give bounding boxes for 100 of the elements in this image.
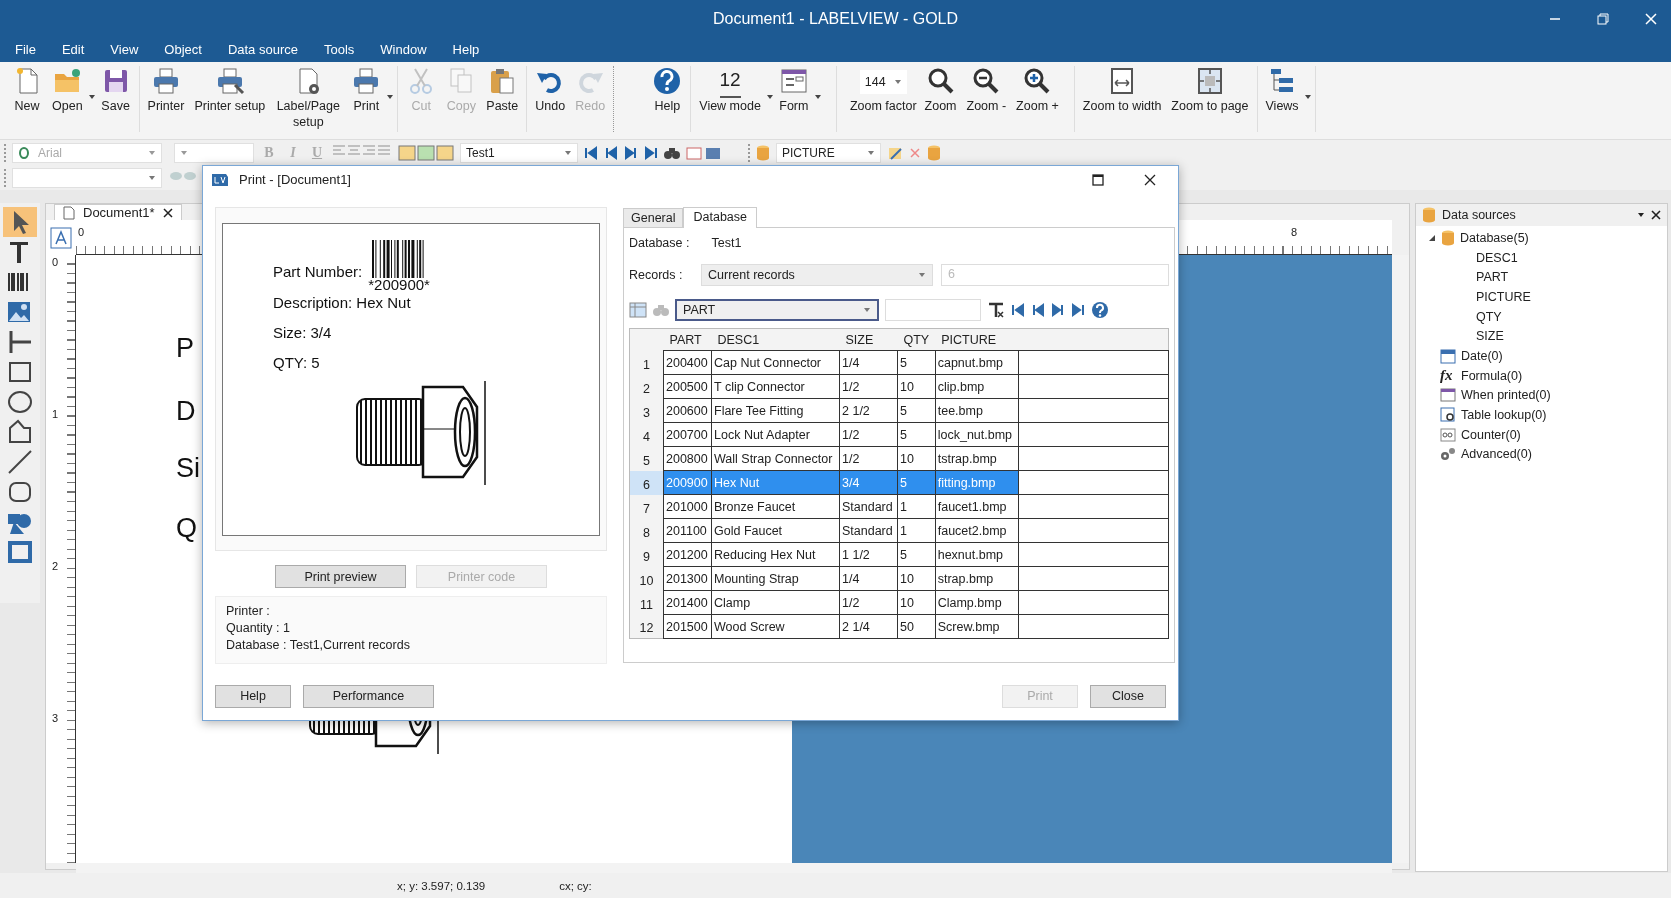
tree-item[interactable]: Date(0) xyxy=(1461,348,1503,363)
table-cell: Gold Faucet xyxy=(711,518,840,543)
form-button[interactable]: Form xyxy=(773,66,814,114)
previous-record-icon[interactable] xyxy=(604,145,618,160)
tree-item[interactable]: Database(5) xyxy=(1460,230,1529,245)
search-field-dropdown[interactable]: PART xyxy=(675,299,879,321)
table-row[interactable]: 2 200500 T clip Connector 1/2 10 clip.bmp xyxy=(629,374,1169,399)
dialog-tab[interactable]: General xyxy=(623,208,684,227)
font-size-field[interactable] xyxy=(174,142,254,163)
tree-item[interactable]: PART xyxy=(1476,270,1509,285)
delete-field-icon[interactable] xyxy=(909,146,921,159)
dropdown-caret-icon[interactable] xyxy=(813,93,822,101)
table-row[interactable]: 7 201000 Bronze Faucet Standard 1 faucet1.bmp xyxy=(629,494,1169,519)
tree-item[interactable]: PICTURE xyxy=(1476,289,1531,304)
menu-item[interactable]: View xyxy=(97,42,152,57)
dropdown-caret-icon[interactable] xyxy=(87,93,96,101)
text-frame-icon[interactable] xyxy=(50,226,72,249)
dialog-button[interactable]: Help xyxy=(215,684,291,708)
zoom-in-button[interactable]: Zoom + xyxy=(1011,66,1064,114)
undo-button[interactable]: Undo xyxy=(530,66,571,114)
dialog-tab[interactable]: Database xyxy=(683,207,757,228)
views-button[interactable]: Views xyxy=(1260,66,1304,114)
zoom-width-button[interactable]: Zoom to width xyxy=(1077,66,1167,114)
dropdown-caret-icon[interactable] xyxy=(765,93,774,101)
tree-item[interactable]: When printed(0) xyxy=(1461,388,1551,403)
tool-button[interactable] xyxy=(3,207,37,237)
table-row[interactable]: 11 201400 Clamp 1/2 10 Clamp.bmp xyxy=(629,590,1169,615)
next-record-icon[interactable] xyxy=(1051,303,1065,317)
tree-item[interactable]: Counter(0) xyxy=(1461,427,1521,442)
next-record-icon[interactable] xyxy=(624,145,638,160)
zoom-factor-field[interactable]: 144 xyxy=(859,70,907,94)
table-cell: clip.bmp xyxy=(935,374,1019,399)
table-row[interactable]: 5 200800 Wall Strap Connector 1/2 10 tstrap.bmp xyxy=(629,446,1169,471)
tree-item[interactable]: SIZE xyxy=(1476,329,1504,344)
zoom-out-button[interactable]: Zoom - xyxy=(961,66,1012,114)
help-icon[interactable] xyxy=(1091,301,1109,319)
table-row[interactable]: 8 201100 Gold Faucet Standard 1 faucet2.bmp xyxy=(629,518,1169,543)
dropdown-caret-icon[interactable] xyxy=(386,93,395,101)
menu-item[interactable]: File xyxy=(2,42,49,57)
cursor-position: x; y: 3.597; 0.139 xyxy=(397,879,486,892)
expanded-arrow-icon[interactable] xyxy=(1428,233,1436,242)
binoculars-icon[interactable] xyxy=(664,145,680,160)
ruler-number: 0 xyxy=(51,255,59,268)
tree-item[interactable]: Table lookup(0) xyxy=(1461,408,1547,423)
dialog-button[interactable]: Performance xyxy=(303,684,434,708)
last-record-icon[interactable] xyxy=(644,145,658,160)
row-number: 8 xyxy=(629,518,664,543)
database-field[interactable]: Test1 xyxy=(460,142,578,163)
record-icons[interactable] xyxy=(686,145,722,160)
new-button[interactable]: New xyxy=(7,66,47,114)
table-cell: Lock Nut Adapter xyxy=(711,422,840,447)
print-button[interactable]: Print xyxy=(346,66,387,114)
last-record-icon[interactable] xyxy=(1071,303,1085,317)
restore-icon[interactable] xyxy=(1597,12,1609,25)
table-row[interactable]: 12 201500 Wood Screw 2 1/4 50 Screw.bmp xyxy=(629,614,1169,639)
view-mode-button[interactable]: 12 View mode xyxy=(694,66,766,114)
close-icon[interactable] xyxy=(1651,210,1661,220)
maximize-icon[interactable] xyxy=(1092,173,1104,186)
table-row[interactable]: 1 200400 Cap Nut Connector 1/4 5 capnut.bmp xyxy=(629,350,1169,375)
menu-item[interactable]: Help xyxy=(439,42,493,57)
previous-record-icon[interactable] xyxy=(1031,303,1045,317)
table-row[interactable]: 10 201300 Mounting Strap 1/4 10 strap.bmp xyxy=(629,566,1169,591)
zoom-page-button[interactable]: Zoom to page xyxy=(1166,66,1254,114)
text-filter-icon[interactable] xyxy=(987,302,1005,318)
menu-item[interactable]: Window xyxy=(367,42,440,57)
save-button[interactable]: Save xyxy=(95,66,136,114)
dialog-button[interactable]: Print preview xyxy=(275,565,406,588)
dropdown-caret-icon[interactable] xyxy=(1637,211,1645,219)
label-setup-button[interactable]: Label/Page setup xyxy=(270,66,347,130)
table-cell: Screw.bmp xyxy=(935,614,1019,639)
first-record-icon[interactable] xyxy=(584,145,598,160)
close-icon[interactable] xyxy=(1144,173,1156,186)
help-button[interactable]: Help xyxy=(647,66,688,114)
menu-item[interactable]: Object xyxy=(151,42,215,57)
menu-item[interactable]: Data source xyxy=(214,42,311,57)
search-field[interactable] xyxy=(885,299,981,321)
tree-item[interactable]: Formula(0) xyxy=(1461,368,1523,383)
zoom-button[interactable]: Zoom xyxy=(919,66,962,114)
paste-button[interactable]: Paste xyxy=(481,66,524,114)
tree-item[interactable]: DESC1 xyxy=(1476,250,1518,265)
records-dropdown[interactable]: Current records xyxy=(701,264,933,286)
tree-item[interactable]: Advanced(0) xyxy=(1461,447,1532,462)
printer-button[interactable]: Printer xyxy=(142,66,190,114)
dialog-button[interactable]: Close xyxy=(1090,684,1166,708)
first-record-icon[interactable] xyxy=(1011,303,1025,317)
document-tab[interactable]: Document1* xyxy=(54,204,182,220)
field-icons[interactable] xyxy=(398,144,454,161)
column-header: PICTURE xyxy=(935,328,1019,351)
table-row[interactable]: 6 200900 Hex Nut 3/4 5 fitting.bmp xyxy=(629,470,1169,495)
field-selector[interactable]: PICTURE xyxy=(776,142,881,163)
table-row[interactable]: 4 200700 Lock Nut Adapter 1/2 5 lock_nut.bmp xyxy=(629,422,1169,447)
table-row[interactable]: 3 200600 Flare Tee Fitting 2 1/2 5 tee.bmp xyxy=(629,398,1169,423)
printer-setup-button[interactable]: Printer setup xyxy=(189,66,271,114)
tree-item[interactable]: QTY xyxy=(1476,309,1502,324)
open-button[interactable]: Open xyxy=(47,66,88,114)
close-icon[interactable] xyxy=(162,207,173,218)
table-row[interactable]: 9 201200 Reducing Hex Nut 1 1/2 5 hexnut.bmp xyxy=(629,542,1169,567)
menu-item[interactable]: Tools xyxy=(311,42,368,57)
dropdown-caret-icon[interactable] xyxy=(1303,93,1312,101)
menu-item[interactable]: Edit xyxy=(48,42,98,57)
